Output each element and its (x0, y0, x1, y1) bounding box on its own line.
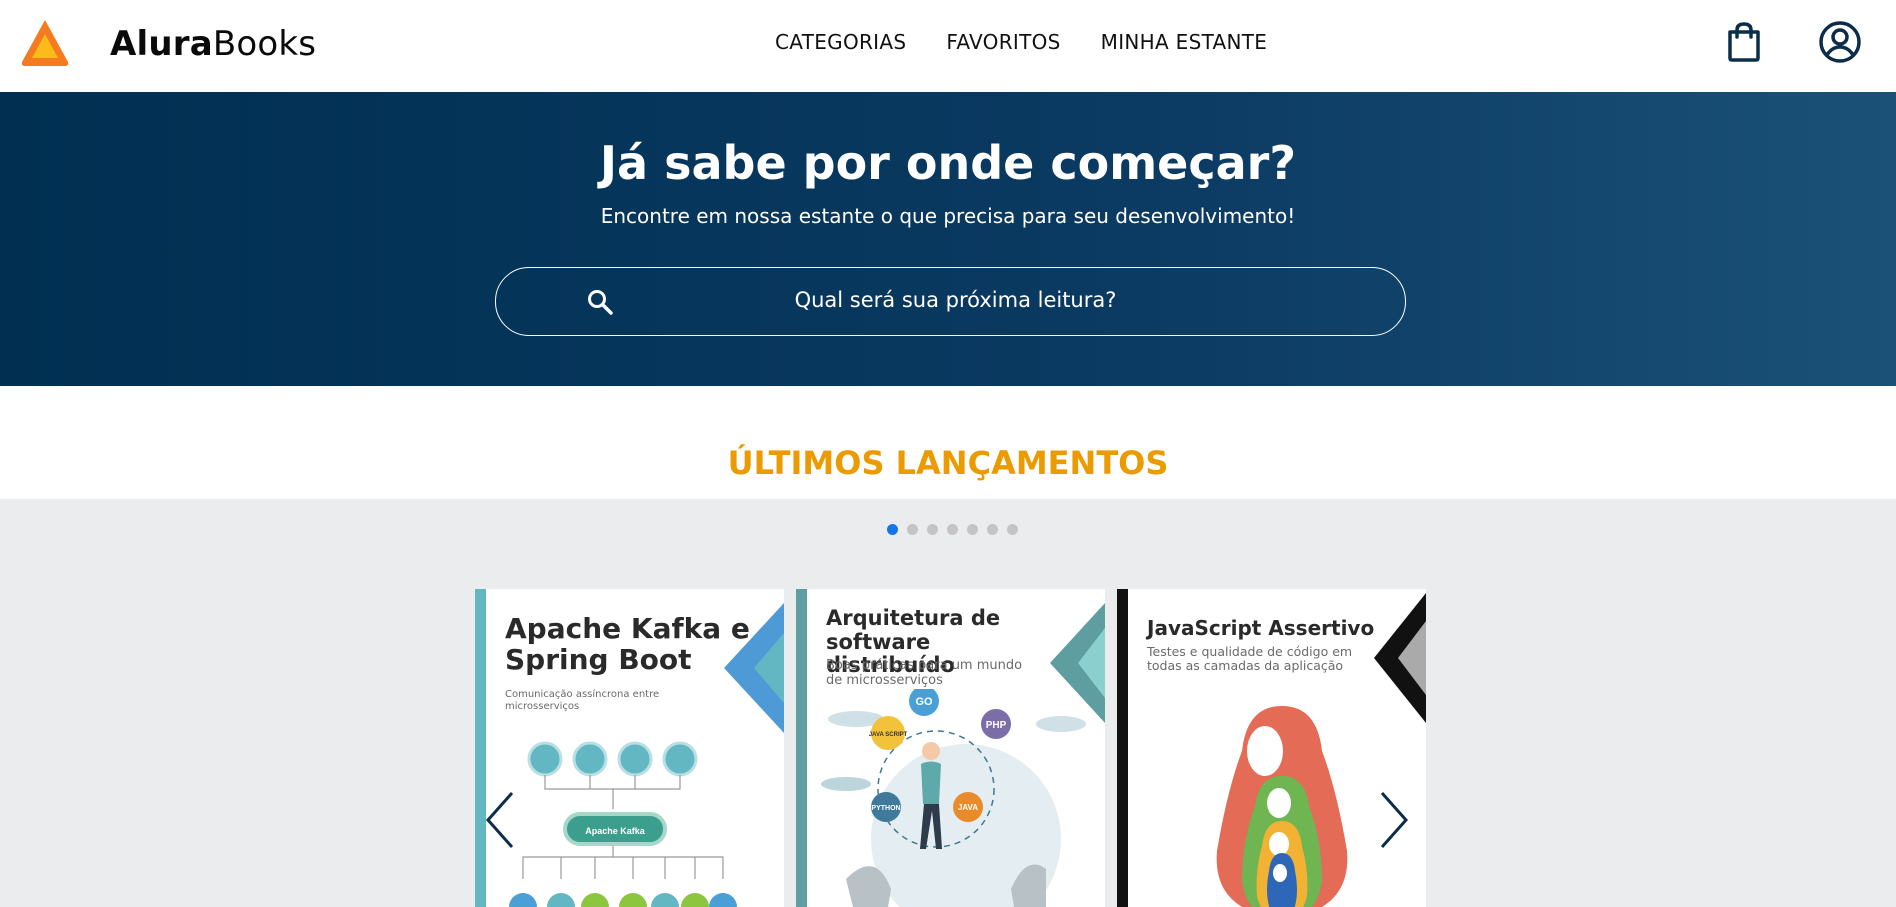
book-spine (1117, 589, 1128, 907)
book-corner-shape (1374, 593, 1426, 723)
matryoshka-illustration (1216, 706, 1348, 907)
book-title: JavaScript Assertivo (1147, 616, 1375, 640)
developer-illustration: GO PHP JAVA SCRIPT PYTHON JAVA (821, 689, 1086, 907)
bubble-python: PYTHON (871, 805, 900, 812)
main-nav: CATEGORIAS FAVORITOS MINHA ESTANTE (775, 30, 1267, 54)
book-card-apache-kafka[interactable]: Apache Kafka e Spring Boot Comunicação a… (475, 589, 784, 907)
alura-logo-icon[interactable] (18, 16, 72, 70)
book-card-arquitetura-software[interactable]: Arquitetura de software distribuído Boas… (796, 589, 1105, 907)
carousel-dot[interactable] (907, 524, 918, 535)
book-subtitle: Comunicação assíncrona entre microsservi… (505, 689, 660, 712)
book-subtitle: Boas práticas para um mundo de microsser… (826, 658, 1023, 688)
site-header: AluraBooks CATEGORIAS FAVORITOS MINHA ES… (0, 0, 1896, 92)
user-account-icon[interactable] (1818, 20, 1862, 64)
carousel-dot[interactable] (947, 524, 958, 535)
shopping-bag-icon[interactable] (1724, 20, 1764, 64)
book-card-javascript-assertivo[interactable]: JavaScript Assertivo Testes e qualidade … (1117, 589, 1426, 907)
carousel-prev-icon[interactable] (484, 791, 516, 849)
releases-title: ÚLTIMOS LANÇAMENTOS (727, 444, 1169, 482)
kafka-diagram-label: Apache Kafka (585, 826, 646, 836)
brand-logo-text[interactable]: AluraBooks (110, 24, 316, 64)
book-title: Apache Kafka e Spring Boot (505, 612, 750, 677)
carousel-dot[interactable] (887, 524, 898, 535)
nav-favoritos[interactable]: FAVORITOS (946, 30, 1060, 54)
carousel-dot[interactable] (927, 524, 938, 535)
book-spine (475, 589, 486, 907)
book-spine (796, 589, 807, 907)
nav-minha-estante[interactable]: MINHA ESTANTE (1101, 30, 1268, 54)
carousel-dot[interactable] (967, 524, 978, 535)
bubble-go: GO (915, 696, 933, 708)
search-placeholder: Qual será sua próxima leitura? (794, 288, 1117, 312)
carousel-dot[interactable] (1007, 524, 1018, 535)
hero-subtitle: Encontre em nossa estante o que precisa … (600, 204, 1296, 228)
hero-banner: Já sabe por onde começar? Encontre em no… (0, 92, 1896, 386)
bubble-javascript: JAVA SCRIPT (869, 732, 908, 738)
carousel-dot[interactable] (987, 524, 998, 535)
nav-categorias[interactable]: CATEGORIAS (775, 30, 906, 54)
kafka-diagram-illustration: Apache Kafka (509, 741, 737, 907)
book-subtitle: Testes e qualidade de código em todas as… (1147, 644, 1353, 674)
bubble-java: JAVA (958, 803, 978, 812)
search-input[interactable]: Qual será sua próxima leitura? (495, 267, 1406, 336)
releases-carousel: Apache Kafka e Spring Boot Comunicação a… (0, 499, 1896, 907)
brand-name-light: Books (212, 24, 317, 64)
brand-name-bold: Alura (110, 24, 213, 64)
carousel-next-icon[interactable] (1378, 791, 1410, 849)
hero-title: Já sabe por onde começar? (599, 136, 1297, 190)
bubble-php: PHP (986, 720, 1007, 731)
carousel-dots (887, 524, 1018, 535)
